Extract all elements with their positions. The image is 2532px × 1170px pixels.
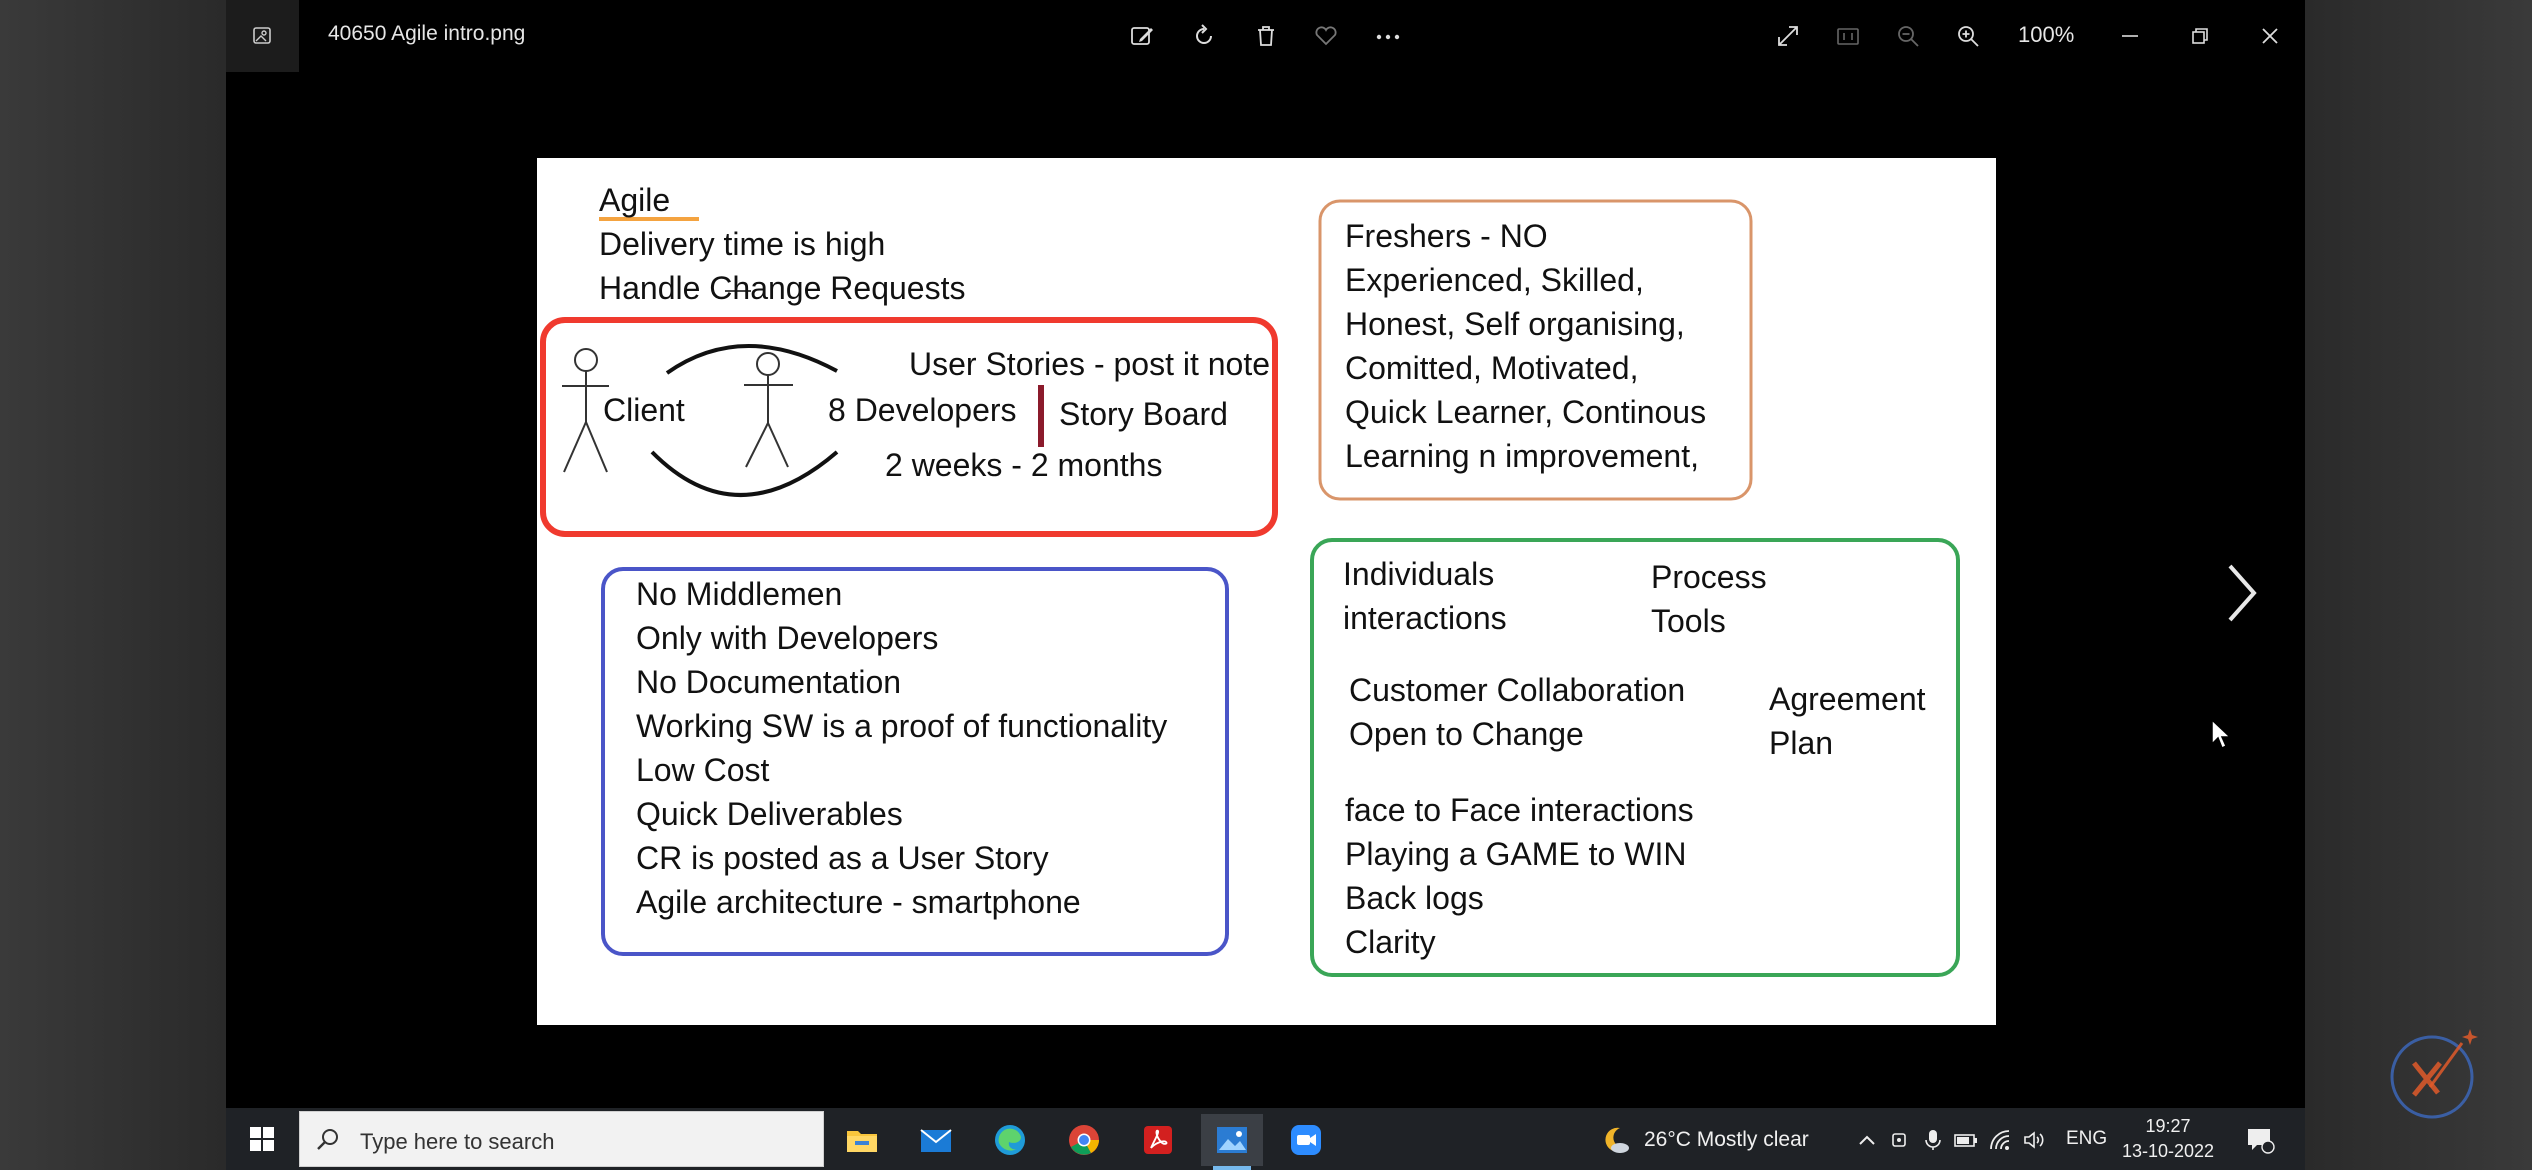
- process-label: Process: [1651, 559, 1767, 595]
- developers-label: 8 Developers: [828, 392, 1017, 428]
- edge-browser-icon[interactable]: [979, 1114, 1041, 1166]
- duration-label: 2 weeks - 2 months: [885, 447, 1163, 483]
- edit-image-icon[interactable]: [1122, 16, 1162, 56]
- blue-line-2: Only with Developers: [636, 620, 939, 656]
- blue-line-6: Quick Deliverables: [636, 796, 903, 832]
- individuals-label: Individuals: [1343, 556, 1495, 592]
- zoom-meetings-icon[interactable]: [1275, 1114, 1337, 1166]
- customer-collaboration-label: Customer Collaboration: [1349, 672, 1686, 708]
- blue-line-4: Working SW is a proof of functionality: [636, 708, 1168, 744]
- weather-text[interactable]: 26°C Mostly clear: [1644, 1128, 1809, 1152]
- tools-label: Tools: [1651, 603, 1726, 639]
- file-explorer-icon[interactable]: [831, 1114, 893, 1166]
- show-hidden-icons-chevron-icon[interactable]: [1852, 1114, 1882, 1166]
- restore-icon[interactable]: [2180, 16, 2220, 56]
- notification-center-icon[interactable]: [2236, 1114, 2284, 1166]
- blue-line-1: No Middlemen: [636, 576, 843, 612]
- language-indicator[interactable]: ENG: [2066, 1128, 2107, 1150]
- agreement-label: Agreement: [1769, 681, 1926, 717]
- active-app-indicator: [1213, 1166, 1251, 1170]
- mail-icon[interactable]: [905, 1114, 967, 1166]
- blue-line-7: CR is posted as a User Story: [636, 840, 1049, 876]
- slide-title: Agile: [599, 182, 671, 218]
- actual-size-icon: [1828, 16, 1868, 56]
- desktop-background-left: [0, 0, 226, 1170]
- orange-line-6: Learning n improvement,: [1345, 438, 1699, 474]
- open-to-change-label: Open to Change: [1349, 716, 1584, 752]
- more-options-icon[interactable]: [1368, 16, 1408, 56]
- client-stick-figure: [562, 348, 609, 473]
- zoom-in-icon[interactable]: [1948, 16, 1988, 56]
- zoom-level: 100%: [2018, 22, 2075, 47]
- taskbar: Type here to search 26°C Mostly clear EN…: [226, 1108, 2305, 1170]
- favorite-heart-icon[interactable]: [1306, 16, 1346, 56]
- communication-arc-top: [665, 344, 838, 375]
- close-icon[interactable]: [2250, 16, 2290, 56]
- green-line-3: Back logs: [1345, 880, 1484, 916]
- clock-time: 19:27: [2145, 1116, 2191, 1136]
- displayed-image: Agile Delivery time is high Handle Chang…: [537, 158, 1996, 1025]
- next-image-chevron-icon[interactable]: [2224, 560, 2260, 631]
- photos-app-icon[interactable]: [226, 0, 299, 72]
- search-placeholder: Type here to search: [360, 1129, 555, 1154]
- window-title: 40650 Agile intro.png: [328, 22, 526, 45]
- orange-line-3: Honest, Self organising,: [1345, 306, 1685, 342]
- header-line-1: Delivery time is high: [599, 226, 886, 262]
- story-board-label: Story Board: [1059, 396, 1228, 432]
- channel-logo-watermark: [2380, 1015, 2490, 1130]
- acrobat-reader-icon[interactable]: [1127, 1114, 1189, 1166]
- mouse-cursor-icon: [2210, 718, 2232, 757]
- fullscreen-icon[interactable]: [1768, 16, 1808, 56]
- microphone-icon[interactable]: [1918, 1114, 1948, 1166]
- communication-arc-bottom: [650, 450, 839, 497]
- taskbar-clock[interactable]: 19:27 13-10-2022: [2118, 1114, 2218, 1164]
- minimize-icon[interactable]: [2110, 16, 2150, 56]
- battery-icon[interactable]: [1950, 1114, 1982, 1166]
- wifi-icon[interactable]: [1984, 1114, 2016, 1166]
- orange-line-5: Quick Learner, Continous: [1345, 394, 1707, 430]
- taskbar-search-box[interactable]: Type here to search: [299, 1111, 824, 1167]
- rotate-icon[interactable]: [1184, 16, 1224, 56]
- green-line-2: Playing a GAME to WIN: [1345, 836, 1687, 872]
- green-line-4: Clarity: [1345, 924, 1436, 960]
- weather-moon-icon[interactable]: [1593, 1114, 1637, 1166]
- interactions-label: interactions: [1343, 600, 1507, 636]
- client-label: Client: [603, 392, 685, 428]
- blue-line-8: Agile architecture - smartphone: [636, 884, 1081, 920]
- delete-icon[interactable]: [1246, 16, 1286, 56]
- photo-viewer-window: 40650 Agile intro.png 100% Agile Deliver…: [226, 0, 2305, 1108]
- zoom-out-icon: [1888, 16, 1928, 56]
- photos-app-taskbar-icon[interactable]: [1201, 1114, 1263, 1170]
- clock-date: 13-10-2022: [2121, 1141, 2215, 1161]
- chrome-browser-icon[interactable]: [1053, 1114, 1115, 1166]
- user-stories-text: User Stories - post it note: [909, 346, 1271, 382]
- blue-line-5: Low Cost: [636, 752, 770, 788]
- search-icon: [314, 1126, 342, 1159]
- windows-start-icon[interactable]: [226, 1108, 298, 1170]
- orange-line-4: Comitted, Motivated,: [1345, 350, 1639, 386]
- orange-line-2: Experienced, Skilled,: [1345, 262, 1644, 298]
- volume-icon[interactable]: [2018, 1114, 2050, 1166]
- plan-label: Plan: [1769, 725, 1834, 761]
- green-line-1: face to Face interactions: [1345, 792, 1694, 828]
- developer-stick-figure: [744, 352, 793, 468]
- header-line-2: Handle Change Requests: [599, 270, 966, 306]
- desktop-background-right: [2305, 0, 2532, 1170]
- title-bar: 40650 Agile intro.png 100%: [226, 0, 2305, 72]
- blue-line-3: No Documentation: [636, 664, 902, 700]
- orange-line-1: Freshers - NO: [1345, 218, 1548, 254]
- meet-now-icon[interactable]: [1886, 1114, 1916, 1166]
